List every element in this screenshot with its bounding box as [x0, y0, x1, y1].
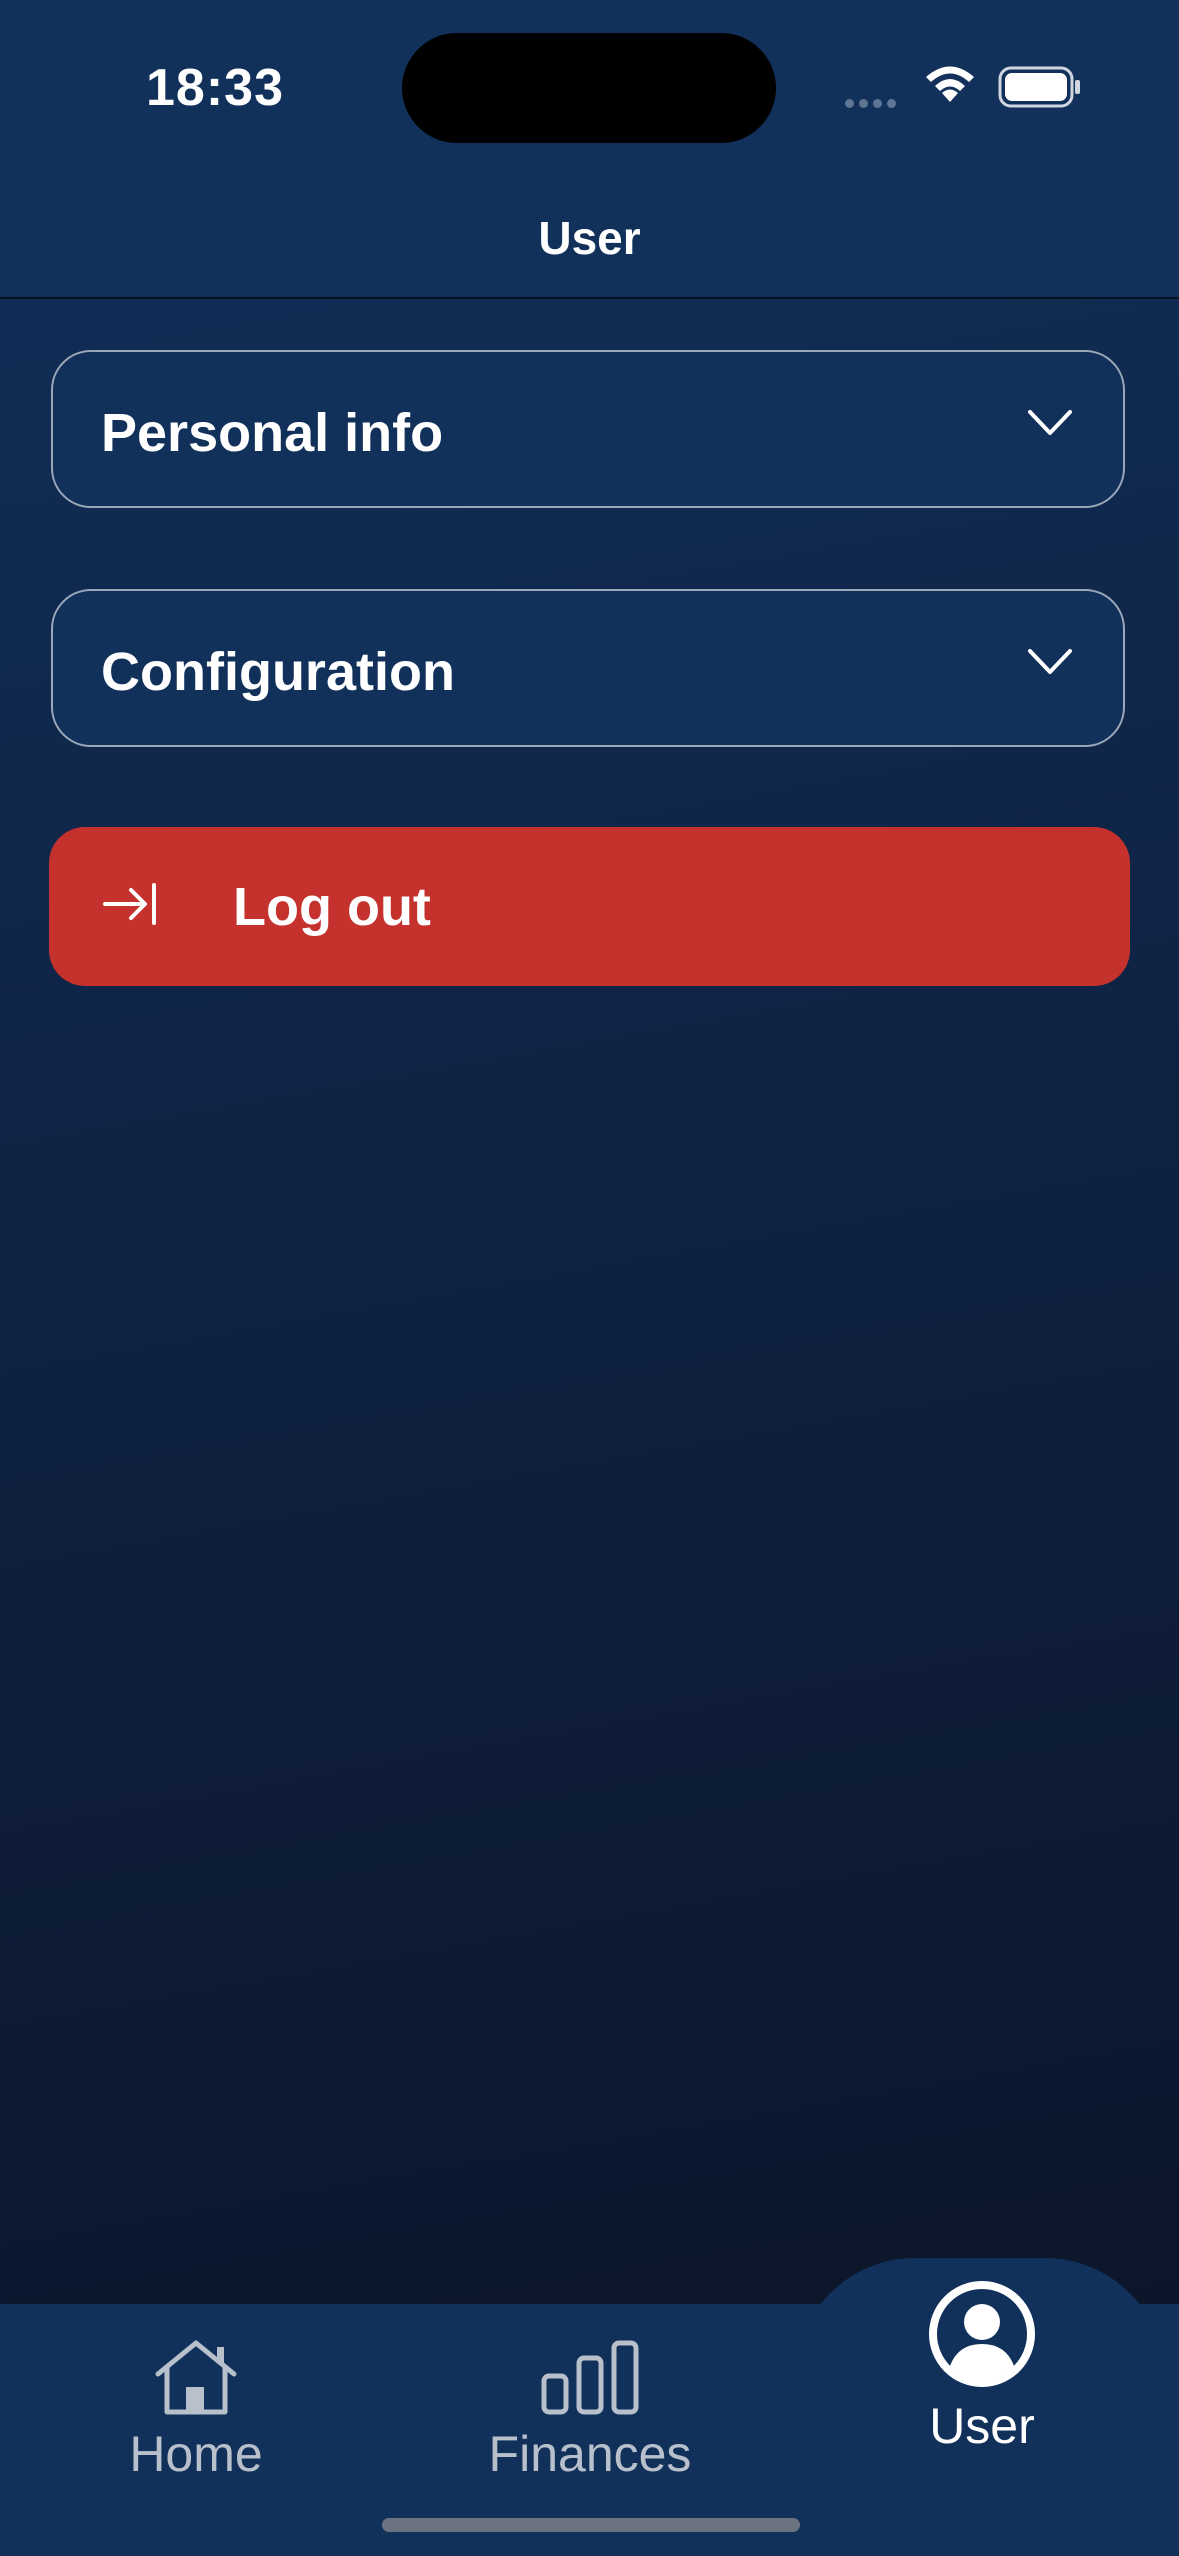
tab-label: Finances [488, 2426, 692, 2482]
chevron-down-icon [1028, 410, 1072, 435]
tab-label: User [929, 2398, 1035, 2454]
tab-home[interactable]: Home [96, 2338, 296, 2483]
personal-info-accordion[interactable]: Personal info [51, 350, 1125, 508]
home-indicator [382, 2518, 800, 2532]
logout-arrow-icon [103, 883, 156, 925]
tab-user[interactable]: User [882, 2280, 1082, 2455]
battery-icon [998, 66, 1080, 108]
logout-label: Log out [233, 877, 431, 937]
bar-chart-icon [541, 2340, 639, 2415]
page-title: User [538, 212, 641, 264]
cellular-signal-icon [845, 95, 901, 113]
accordion-label: Configuration [101, 642, 455, 702]
user-circle-icon [929, 2281, 1035, 2387]
configuration-accordion[interactable]: Configuration [51, 589, 1125, 747]
tab-finances[interactable]: Finances [470, 2338, 710, 2483]
home-icon [155, 2340, 237, 2415]
status-time: 18:33 [146, 59, 284, 117]
chevron-down-icon [1028, 649, 1072, 674]
dynamic-island [402, 33, 776, 143]
logout-button[interactable]: Log out [49, 827, 1130, 986]
status-bar: 18:33 [0, 0, 1179, 175]
wifi-icon [926, 66, 974, 102]
navigation-bar: User [0, 175, 1179, 299]
tab-label: Home [129, 2426, 263, 2482]
accordion-label: Personal info [101, 403, 444, 463]
